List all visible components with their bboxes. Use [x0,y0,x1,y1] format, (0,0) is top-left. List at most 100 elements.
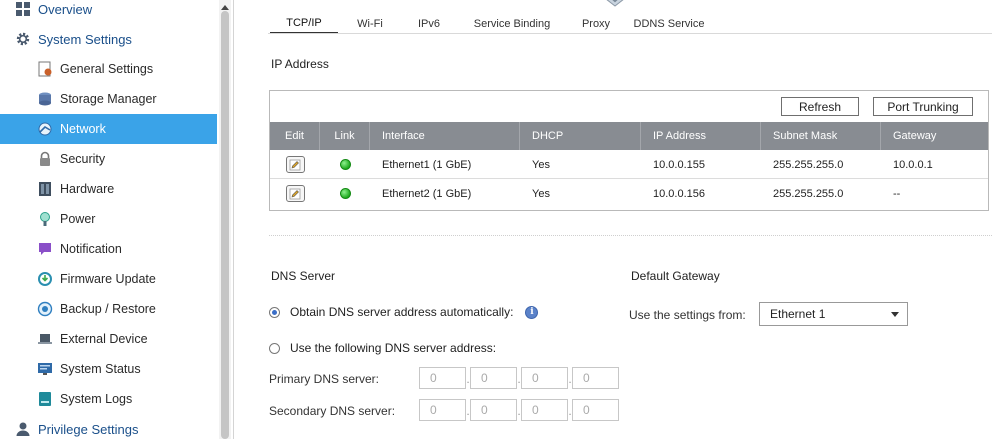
sidebar-item-label: Overview [38,1,93,17]
dns-manual-label: Use the following DNS server address: [290,341,497,355]
gateway-cell: 10.0.0.1 [893,158,933,171]
overview-icon [15,1,31,17]
sidebar-item-label: Firmware Update [60,272,156,286]
sidebar-item-external-device[interactable]: External Device [0,324,217,354]
edit-pencil-icon [289,188,301,199]
tab-tcpip[interactable]: TCP/IP [270,14,338,34]
dhcp-cell: Yes [532,158,550,171]
app-logo-icon [595,0,635,8]
main-content: TCP/IP Wi-Fi IPv6 Service Binding Proxy … [234,0,992,439]
edit-button[interactable] [285,156,305,173]
lock-icon [37,151,53,167]
edit-button[interactable] [285,185,305,202]
tab-wifi[interactable]: Wi-Fi [338,14,402,34]
dns-auto-label: Obtain DNS server address automatically: [290,305,514,319]
dns-auto-option[interactable]: Obtain DNS server address automatically:… [269,305,539,319]
tab-underline [268,33,992,34]
user-icon [15,421,31,437]
sidebar-item-general-settings[interactable]: General Settings [0,54,217,84]
sidebar-item-label: Privilege Settings [38,421,139,437]
tab-ddns-service[interactable]: DDNS Service [624,14,714,34]
primary-dns-octet-3[interactable]: 0 [521,367,568,389]
column-header-dhcp: DHCP [520,122,641,150]
log-icon [37,391,53,407]
section-separator [269,235,992,236]
sidebar-item-label: Hardware [60,182,115,196]
sidebar-item-power[interactable]: Power [0,204,217,234]
link-cell [320,150,370,179]
sidebar-item-label: System Logs [60,392,133,406]
backup-icon [37,301,53,317]
dns-auto-radio[interactable] [269,306,280,318]
column-header-interface: Interface [370,122,520,150]
sidebar-item-storage-manager[interactable]: Storage Manager [0,84,217,114]
edit-cell [270,150,320,179]
info-icon[interactable]: i [525,305,539,319]
primary-dns-octet-4[interactable]: 0 [572,367,619,389]
dns-manual-radio[interactable] [269,342,280,354]
table-row: Ethernet2 (1 GbE) Yes 10.0.0.156 255.255… [270,179,988,208]
sidebar-item-hardware[interactable]: Hardware [0,174,217,204]
storage-icon [37,91,53,107]
primary-dns-octet-1[interactable]: 0 [419,367,466,389]
interface-cell: Ethernet2 (1 GbE) [382,187,472,200]
sidebar-item-firmware-update[interactable]: Firmware Update [0,264,217,294]
network-icon [37,121,53,137]
sidebar-item-backup-restore[interactable]: Backup / Restore [0,294,217,324]
dns-server-title: DNS Server [271,269,336,283]
default-gateway-title: Default Gateway [631,269,720,283]
sidebar-item-notification[interactable]: Notification [0,234,217,264]
sidebar-item-label: Backup / Restore [60,302,156,316]
sidebar-scrollbar[interactable] [219,0,231,439]
gear-icon [15,31,31,47]
gateway-interface-select[interactable]: Ethernet 1 [759,302,908,326]
secondary-dns-octet-3[interactable]: 0 [521,399,568,421]
table-header: Edit Link Interface DHCP IP Address Subn… [270,122,988,150]
table-row: Ethernet1 (1 GbE) Yes 10.0.0.155 255.255… [270,150,988,179]
ip-address-panel: Refresh Port Trunking Edit Link Interfac… [269,90,989,211]
sidebar-item-label: General Settings [60,62,154,76]
port-trunking-button[interactable]: Port Trunking [873,97,973,116]
interface-cell: Ethernet1 (1 GbE) [382,158,472,171]
ip-cell: 10.0.0.156 [653,187,705,200]
tab-bar: TCP/IP Wi-Fi IPv6 Service Binding Proxy … [270,14,714,34]
ip-address-title: IP Address [271,57,329,71]
secondary-dns-octet-4[interactable]: 0 [572,399,619,421]
scrollbar-thumb[interactable] [221,11,229,439]
edit-cell [270,179,320,208]
scroll-up-arrow-icon[interactable] [220,0,230,10]
sidebar-item-overview[interactable]: Overview [0,0,217,24]
sidebar-item-system-status[interactable]: System Status [0,354,217,384]
tab-ipv6[interactable]: IPv6 [402,14,456,34]
secondary-dns-octet-2[interactable]: 0 [470,399,517,421]
column-header-gateway: Gateway [893,130,937,142]
sidebar-item-security[interactable]: Security [0,144,217,174]
sidebar-item-label: Power [60,212,96,226]
sidebar-item-system-logs[interactable]: System Logs [0,384,217,414]
secondary-dns-octet-1[interactable]: 0 [419,399,466,421]
monitor-icon [37,361,53,377]
primary-dns-octet-2[interactable]: 0 [470,367,517,389]
tab-service-binding[interactable]: Service Binding [456,14,568,34]
sidebar-item-label: Storage Manager [60,92,157,106]
power-icon [37,211,53,227]
primary-dns-label: Primary DNS server: [269,372,380,386]
sidebar-item-label: Network [60,122,106,136]
sidebar: Overview System Settings General Setting… [0,0,217,439]
sidebar-item-label: System Status [60,362,141,376]
column-header-link: Link [320,122,370,150]
chevron-down-icon [891,312,899,317]
subnet-mask-cell: 255.255.255.0 [773,187,844,200]
ip-cell: 10.0.0.155 [653,158,705,171]
secondary-dns-label: Secondary DNS server: [269,404,396,418]
link-status-led-icon [339,188,351,199]
gateway-cell: -- [893,187,901,200]
sidebar-item-label: System Settings [38,31,132,47]
subnet-mask-cell: 255.255.255.0 [773,158,844,171]
sidebar-item-privilege-settings[interactable]: Privilege Settings [0,414,217,439]
sidebar-item-network[interactable]: Network [0,114,217,144]
sidebar-item-system-settings[interactable]: System Settings [0,24,217,54]
refresh-button[interactable]: Refresh [781,97,859,116]
dns-manual-option[interactable]: Use the following DNS server address: [269,341,496,355]
tab-proxy[interactable]: Proxy [568,14,624,34]
